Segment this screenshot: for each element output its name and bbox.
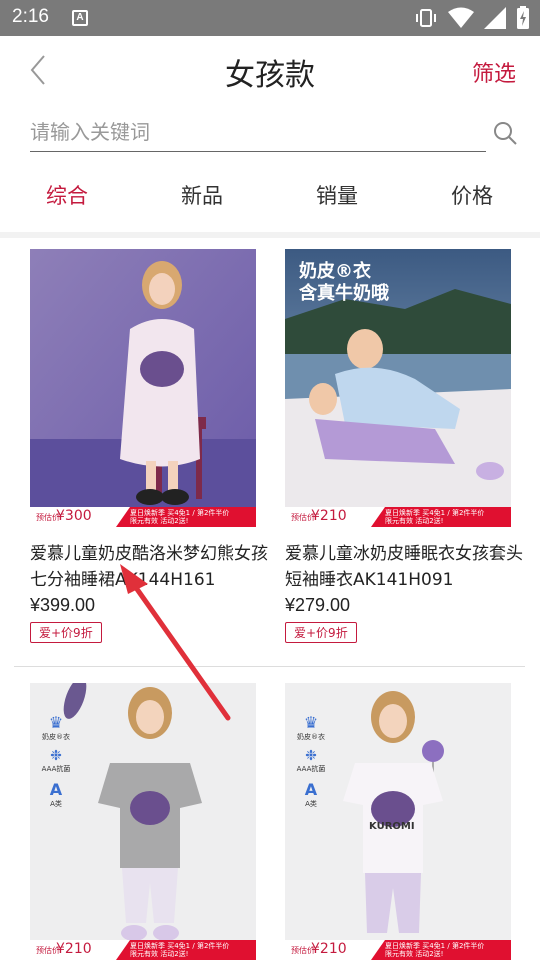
search-icon[interactable]: [492, 120, 518, 146]
wifi-icon: [448, 7, 474, 28]
product-card[interactable]: ♛ 奶皮®衣 ❉ AAA抗菌 A A类 预估价 ¥210 夏日焕新季 买4免1 …: [30, 683, 256, 960]
search-input[interactable]: [30, 114, 486, 150]
crown-icon: ♛: [303, 713, 319, 732]
product-image[interactable]: 奶皮®衣 含真牛奶哦 预估价 ¥210 夏日焕新季 买4免1 / 第2件半价 限…: [285, 249, 511, 527]
product-price: ¥399.00: [30, 595, 96, 615]
row-divider: [14, 666, 525, 667]
grade-a-icon: A: [304, 780, 318, 799]
feature-label: AAA抗菌: [41, 765, 71, 773]
discount-badge: 爱+价9折: [285, 622, 357, 643]
feature-label: A类: [305, 800, 317, 808]
shirt-print-text: KUROMI: [369, 821, 415, 832]
price-strip: 预估价 ¥300 夏日焕新季 买4免1 / 第2件半价 限元有效 活动2送!: [30, 507, 256, 527]
promo-line-2: 限元有效 活动2送!: [130, 517, 189, 525]
feature-label: AAA抗菌: [296, 765, 326, 773]
status-icons: [414, 6, 530, 30]
price-strip: 预估价 ¥210 夏日焕新季 买4免1 / 第2件半价 限元有效 活动2送!: [30, 940, 256, 960]
promo-line-2: 限元有效 活动2送!: [385, 950, 444, 958]
tab-comprehensive[interactable]: 综合: [17, 180, 117, 210]
signal-icon: [484, 7, 506, 29]
image-headline-line-2: 含真牛奶哦: [299, 283, 389, 304]
header: 女孩款 筛选: [0, 36, 540, 106]
feature-label: A类: [50, 800, 62, 808]
promo-line-1: 夏日焕新季 买4免1 / 第2件半价: [130, 509, 230, 517]
promo-line-2: 限元有效 活动2送!: [130, 950, 189, 958]
grade-a-icon: A: [49, 780, 63, 799]
estimated-price: ¥300: [56, 508, 92, 524]
status-time: 2:16: [12, 6, 49, 27]
feature-list: ♛ 奶皮®衣 ❉ AAA抗菌 A A类: [291, 713, 331, 809]
page-title: 女孩款: [225, 58, 315, 93]
product-price: ¥279.00: [285, 595, 351, 615]
feature-list: ♛ 奶皮®衣 ❉ AAA抗菌 A A类: [36, 713, 76, 809]
promo-line-1: 夏日焕新季 买4免1 / 第2件半价: [130, 942, 230, 950]
product-card[interactable]: KUROMI ♛ 奶皮®衣 ❉ AAA抗菌 A A类 预估价 ¥210 夏日焕新…: [285, 683, 511, 960]
antibacterial-icon: ❉: [50, 748, 62, 764]
promo-line-2: 限元有效 活动2送!: [385, 517, 444, 525]
estimated-price: ¥210: [56, 941, 92, 957]
feature-label: 奶皮®衣: [297, 733, 325, 741]
crown-icon: ♛: [48, 713, 64, 732]
promo-banner: 夏日焕新季 买4免1 / 第2件半价 限元有效 活动2送!: [116, 507, 256, 527]
product-photo-girl-nightdress: [30, 249, 256, 527]
product-card[interactable]: 奶皮®衣 含真牛奶哦 预估价 ¥210 夏日焕新季 买4免1 / 第2件半价 限…: [285, 249, 523, 643]
discount-badge: 爱+价9折: [30, 622, 102, 643]
product-image[interactable]: ♛ 奶皮®衣 ❉ AAA抗菌 A A类 预估价 ¥210 夏日焕新季 买4免1 …: [30, 683, 256, 960]
promo-line-1: 夏日焕新季 买4免1 / 第2件半价: [385, 942, 485, 950]
battery-charging-icon: [517, 6, 529, 29]
estimated-price: ¥210: [311, 941, 347, 957]
sort-tabs: 综合 新品 销量 价格: [0, 180, 540, 220]
status-bar: 2:16 A: [0, 0, 540, 36]
notification-a-icon: A: [72, 10, 88, 26]
feature-label: 奶皮®衣: [42, 733, 70, 741]
price-strip: 预估价 ¥210 夏日焕新季 买4免1 / 第2件半价 限元有效 活动2送!: [285, 940, 511, 960]
section-separator: [0, 232, 540, 238]
image-headline-line-1: 奶皮®衣: [299, 261, 371, 282]
tab-price[interactable]: 价格: [422, 180, 522, 210]
antibacterial-icon: ❉: [305, 748, 317, 764]
filter-button[interactable]: 筛选: [472, 56, 516, 88]
price-strip: 预估价 ¥210 夏日焕新季 买4免1 / 第2件半价 限元有效 活动2送!: [285, 507, 511, 527]
promo-banner: 夏日焕新季 买4免1 / 第2件半价 限元有效 活动2送!: [116, 940, 256, 960]
product-name[interactable]: 爱慕儿童冰奶皮睡眠衣女孩套头短袖睡衣AK141H091: [285, 541, 525, 593]
vibrate-icon: [416, 9, 436, 27]
search-bar: [30, 114, 486, 152]
promo-banner: 夏日焕新季 买4免1 / 第2件半价 限元有效 活动2送!: [371, 940, 511, 960]
promo-banner: 夏日焕新季 买4免1 / 第2件半价 限元有效 活动2送!: [371, 507, 511, 527]
promo-line-1: 夏日焕新季 买4免1 / 第2件半价: [385, 509, 485, 517]
product-image[interactable]: 预估价 ¥300 夏日焕新季 买4免1 / 第2件半价 限元有效 活动2送!: [30, 249, 256, 527]
image-headline: 奶皮®衣 含真牛奶哦: [299, 261, 389, 305]
estimated-price: ¥210: [311, 508, 347, 524]
tab-sales[interactable]: 销量: [287, 180, 387, 210]
tab-new[interactable]: 新品: [152, 180, 252, 210]
product-name[interactable]: 爱慕儿童奶皮酷洛米梦幻熊女孩七分袖睡裙AK144H161: [30, 541, 270, 593]
product-card[interactable]: 预估价 ¥300 夏日焕新季 买4免1 / 第2件半价 限元有效 活动2送! 爱…: [30, 249, 268, 643]
product-image[interactable]: KUROMI ♛ 奶皮®衣 ❉ AAA抗菌 A A类 预估价 ¥210 夏日焕新…: [285, 683, 511, 960]
